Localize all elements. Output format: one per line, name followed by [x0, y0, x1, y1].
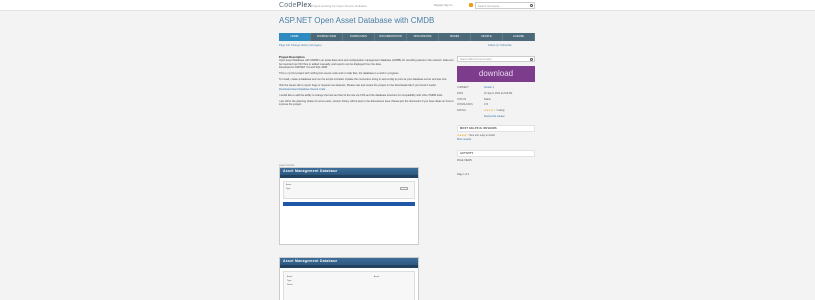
page-title: ASP.NET Open Asset Database with CMDB — [279, 16, 435, 25]
wiki-search-input[interactable]: Search Wiki & Documentation — [457, 56, 535, 62]
review-text: Nice tool, easy to install. — [469, 133, 496, 137]
project-description: Project Description Open Asset Database … — [279, 55, 455, 109]
tab-downloads[interactable]: DOWNLOADS — [343, 33, 375, 41]
activity-footer: Page 1 of 1 — [457, 172, 470, 176]
download-button[interactable]: download — [457, 66, 535, 82]
meta-value-current[interactable]: Version 1 — [484, 86, 494, 89]
description-note: Developed in ASP.NET 4.0 and SQL 2008. — [279, 66, 328, 70]
site-tagline: Project Hosting for Open Source Software — [311, 4, 367, 8]
activity-heading: ACTIVITY — [457, 149, 535, 157]
app-menu-bar — [280, 175, 418, 178]
app-results-grid — [283, 202, 415, 206]
tab-home[interactable]: HOME — [279, 33, 311, 41]
sidebar: Search Wiki & Documentation download CUR… — [457, 56, 535, 179]
description-paragraph-1: Open Asset Database with CMDB is an asse… — [279, 59, 454, 66]
screenshot-image-1[interactable]: Asset Management Database Asset: Type: — [279, 167, 419, 245]
meta-value-downloads: 172 — [484, 103, 488, 107]
search-icon[interactable] — [530, 4, 533, 7]
reviews-block: ★★★★☆ Nice tool, easy to install. More r… — [457, 132, 535, 145]
logo-text-b: Plex — [296, 2, 312, 9]
global-search-placeholder: Search all projects — [478, 4, 500, 8]
review-release-link[interactable]: Review this release — [484, 115, 505, 118]
follow-subscribe-links[interactable]: Follow (1) Subscribe — [488, 44, 512, 47]
top-bar: CodePlex Project Hosting for Open Source… — [0, 0, 815, 11]
app-title-bar: Asset Management Database — [280, 168, 418, 175]
meta-value-date: Fri Sep 9, 2011 at 8:00 AM — [484, 91, 513, 95]
rss-icon[interactable] — [469, 3, 473, 7]
filter-label-type: Type: — [286, 188, 291, 190]
account-links[interactable]: Register Sign in — [434, 4, 452, 7]
edit-label-type: Type: — [287, 280, 292, 282]
meta-value-status: Stable — [484, 97, 491, 101]
tab-issues[interactable]: ISSUES — [439, 33, 471, 41]
more-reviews-link[interactable]: More reviews — [457, 138, 471, 141]
edit-label-status: Status: — [287, 284, 294, 286]
app-edit-panel: Asset: Type: Status: Asset: — [283, 271, 415, 300]
description-paragraph-6: I am still in the planning phase for som… — [279, 99, 454, 107]
reviews-heading: MOST HELPFUL REVIEWS — [457, 124, 535, 132]
meta-key-rating: RATING — [457, 109, 466, 113]
app-title-bar-2: Asset Management Database — [280, 258, 418, 265]
global-search-input[interactable]: Search all projects — [475, 2, 535, 9]
description-paragraph-3: To install, create a database and run th… — [279, 78, 447, 82]
meta-value-rating: 1 rating — [496, 109, 505, 113]
breadcrumb[interactable]: Page Info Change History (all pages) — [279, 44, 322, 47]
description-paragraph-5: I would like to add the ability to chang… — [279, 93, 443, 97]
codeplex-logo[interactable]: CodePlex — [279, 2, 312, 9]
search-icon[interactable] — [530, 57, 533, 61]
description-paragraph-2: This is my first project with nothing bu… — [279, 72, 400, 76]
filter-label-asset: Asset: — [286, 184, 292, 186]
activity-block: PAGE VIEWS Page 1 of 1 — [457, 157, 535, 179]
edit-label-asset-right: Asset: — [374, 276, 380, 278]
release-meta: CURRENT Version 1 DATE Fri Sep 9, 2011 at … — [457, 85, 535, 120]
source-code-link[interactable]: Download Asset Database Source Code — [279, 88, 325, 91]
tab-documentation[interactable]: DOCUMENTATION — [375, 33, 407, 41]
review-stars-icon: ★★★★☆ — [457, 133, 469, 137]
tab-source-code[interactable]: SOURCE CODE — [311, 33, 343, 41]
tab-discussions[interactable]: DISCUSSIONS — [407, 33, 439, 41]
wiki-search-placeholder: Search Wiki & Documentation — [460, 58, 492, 61]
filter-button — [400, 187, 408, 190]
screenshot-image-2[interactable]: Asset Management Database Asset: Type: S… — [279, 257, 419, 300]
tab-people[interactable]: PEOPLE — [471, 33, 503, 41]
edit-label-asset: Asset: — [287, 276, 293, 278]
logo-text-a: Code — [279, 2, 297, 9]
activity-text: PAGE VIEWS — [457, 158, 472, 162]
project-tabs: HOME SOURCE CODE DOWNLOADS DOCUMENTATION… — [279, 33, 535, 41]
rating-stars-icon: ★★★★☆ — [484, 109, 496, 113]
app-menu-bar-2 — [280, 265, 418, 268]
tab-license[interactable]: LICENSE — [503, 33, 535, 41]
app-filter-panel: Asset: Type: — [283, 181, 415, 199]
